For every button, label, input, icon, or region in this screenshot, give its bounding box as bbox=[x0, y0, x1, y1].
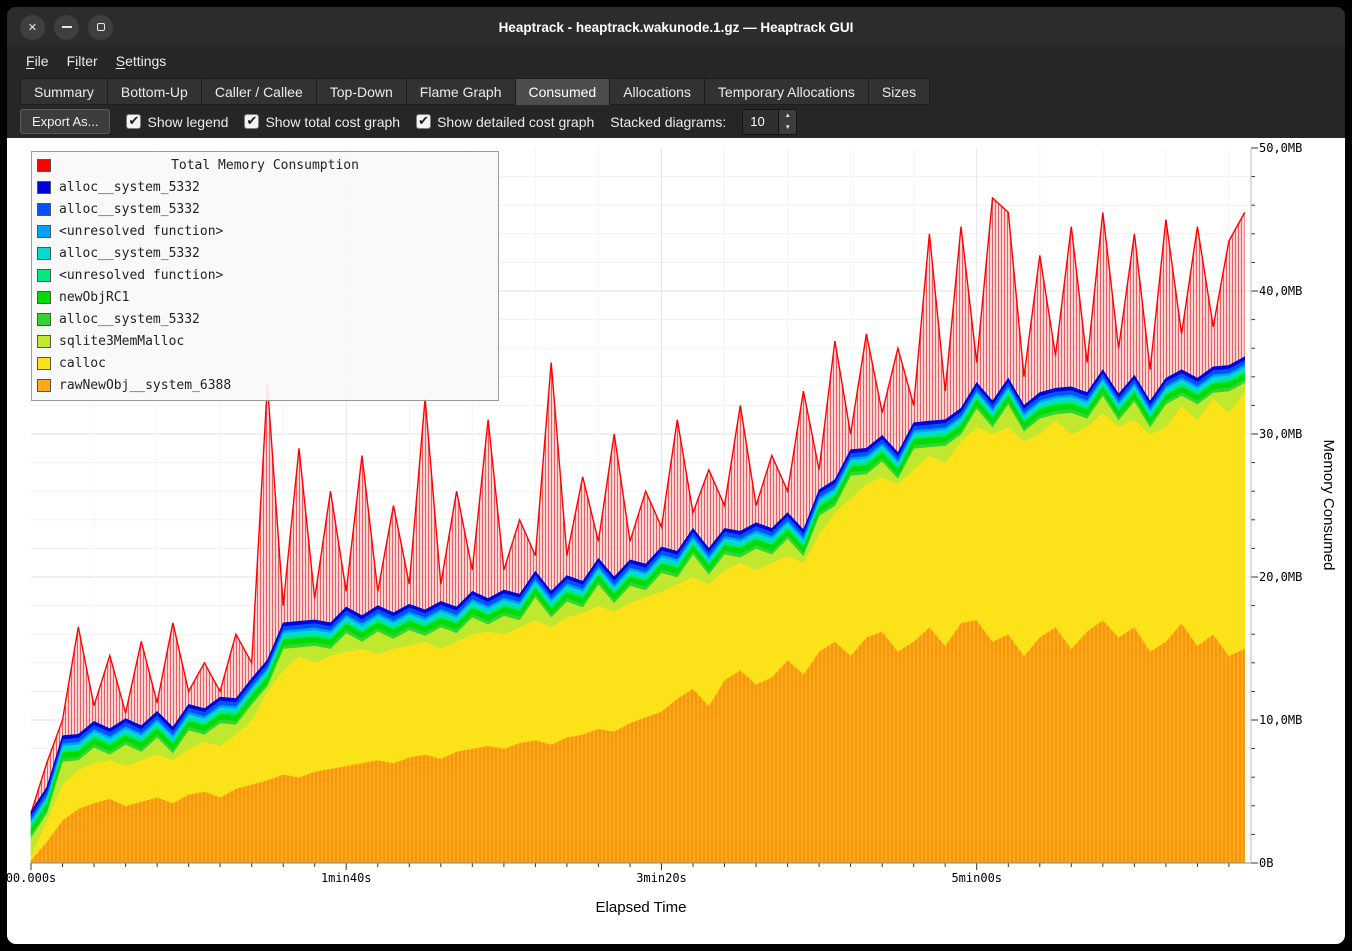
toolbar: Export As... Show legend Show total cost … bbox=[7, 105, 1345, 138]
tab-temporary-allocations[interactable]: Temporary Allocations bbox=[704, 78, 869, 105]
tab-consumed[interactable]: Consumed bbox=[515, 78, 611, 105]
minimize-button[interactable] bbox=[54, 15, 79, 40]
x-axis-tick-label: 3min20s bbox=[636, 871, 687, 885]
y-axis-title: Memory Consumed bbox=[1320, 440, 1337, 571]
legend-item: alloc__system_5332 bbox=[35, 308, 495, 330]
legend-label: calloc bbox=[59, 356, 106, 371]
maximize-button[interactable] bbox=[88, 15, 113, 40]
legend-item: rawNewObj__system_6388 bbox=[35, 374, 495, 396]
chart-region: Total Memory Consumption alloc__system_53… bbox=[7, 138, 1345, 944]
legend-title: Total Memory Consumption bbox=[59, 158, 471, 173]
menu-file[interactable]: File bbox=[17, 50, 58, 72]
checkbox-label: Show detailed cost graph bbox=[437, 114, 594, 130]
legend-swatch bbox=[37, 313, 51, 326]
legend-item: alloc__system_5332 bbox=[35, 198, 495, 220]
legend-item: alloc__system_5332 bbox=[35, 176, 495, 198]
legend-title-row: Total Memory Consumption bbox=[35, 154, 495, 176]
close-button[interactable]: ✕ bbox=[20, 15, 45, 40]
menubar: File Filter Settings bbox=[7, 47, 1345, 75]
spinbox-value: 10 bbox=[743, 110, 778, 134]
legend-label: newObjRC1 bbox=[59, 290, 129, 305]
legend-swatch bbox=[37, 225, 51, 238]
close-icon: ✕ bbox=[28, 21, 37, 34]
legend-item: newObjRC1 bbox=[35, 286, 495, 308]
legend-label: <unresolved function> bbox=[59, 224, 223, 239]
tab-flame-graph[interactable]: Flame Graph bbox=[406, 78, 516, 105]
app-window: ✕ Heaptrack - heaptrack.wakunode.1.gz — … bbox=[7, 7, 1345, 944]
spinbox-buttons: ▲ ▼ bbox=[778, 110, 796, 134]
legend-swatch bbox=[37, 159, 51, 172]
chart-legend: Total Memory Consumption alloc__system_53… bbox=[31, 151, 499, 401]
minimize-icon bbox=[62, 26, 72, 28]
window-controls: ✕ bbox=[20, 7, 113, 47]
export-as-button[interactable]: Export As... bbox=[20, 109, 110, 134]
tab-sizes[interactable]: Sizes bbox=[868, 78, 930, 105]
y-axis-tick-label: 0B bbox=[1259, 856, 1273, 870]
legend-swatch bbox=[37, 181, 51, 194]
legend-item: <unresolved function> bbox=[35, 220, 495, 242]
stacked-diagrams-label: Stacked diagrams: bbox=[610, 114, 726, 130]
legend-item: alloc__system_5332 bbox=[35, 242, 495, 264]
stacked-diagrams-spinbox[interactable]: 10 ▲ ▼ bbox=[742, 109, 797, 135]
legend-label: sqlite3MemMalloc bbox=[59, 334, 184, 349]
legend-swatch bbox=[37, 269, 51, 282]
legend-label: alloc__system_5332 bbox=[59, 202, 200, 217]
tab-summary[interactable]: Summary bbox=[20, 78, 108, 105]
legend-label: alloc__system_5332 bbox=[59, 312, 200, 327]
y-axis-tick-label: 20,0MB bbox=[1259, 570, 1302, 584]
legend-swatch bbox=[37, 291, 51, 304]
menu-filter[interactable]: Filter bbox=[58, 50, 107, 72]
y-axis-tick-label: 10,0MB bbox=[1259, 713, 1302, 727]
spin-up-button[interactable]: ▲ bbox=[779, 110, 796, 122]
legend-label: alloc__system_5332 bbox=[59, 180, 200, 195]
menu-settings[interactable]: Settings bbox=[107, 50, 176, 72]
tab-top-down[interactable]: Top-Down bbox=[316, 78, 407, 105]
toolbar-checkboxes: Show legend Show total cost graph Show det… bbox=[126, 114, 594, 130]
tab-bottom-up[interactable]: Bottom-Up bbox=[107, 78, 202, 105]
tab-bar: SummaryBottom-UpCaller / CalleeTop-DownF… bbox=[7, 75, 1345, 105]
checkbox-indicator bbox=[416, 114, 431, 129]
legend-label: rawNewObj__system_6388 bbox=[59, 378, 231, 393]
window-title: Heaptrack - heaptrack.wakunode.1.gz — He… bbox=[499, 20, 854, 35]
x-axis-tick-label: 00.000s bbox=[7, 871, 56, 885]
checkbox-indicator bbox=[244, 114, 259, 129]
tab-allocations[interactable]: Allocations bbox=[609, 78, 705, 105]
legend-item: calloc bbox=[35, 352, 495, 374]
x-axis-title: Elapsed Time bbox=[596, 899, 687, 916]
legend-label: alloc__system_5332 bbox=[59, 246, 200, 261]
legend-swatch bbox=[37, 379, 51, 392]
spin-down-button[interactable]: ▼ bbox=[779, 122, 796, 134]
checkbox-show-detailed-cost-graph[interactable]: Show detailed cost graph bbox=[416, 114, 594, 130]
legend-item: <unresolved function> bbox=[35, 264, 495, 286]
x-axis-tick-label: 1min40s bbox=[321, 871, 372, 885]
tab-caller-callee[interactable]: Caller / Callee bbox=[201, 78, 317, 105]
checkbox-label: Show legend bbox=[147, 114, 228, 130]
y-axis-tick-label: 40,0MB bbox=[1259, 284, 1302, 298]
maximize-icon bbox=[97, 23, 105, 31]
titlebar: ✕ Heaptrack - heaptrack.wakunode.1.gz — … bbox=[7, 7, 1345, 47]
legend-label: <unresolved function> bbox=[59, 268, 223, 283]
checkbox-indicator bbox=[126, 114, 141, 129]
x-axis-tick-label: 5min00s bbox=[951, 871, 1002, 885]
checkbox-show-total-cost-graph[interactable]: Show total cost graph bbox=[244, 114, 400, 130]
legend-swatch bbox=[37, 203, 51, 216]
checkbox-label: Show total cost graph bbox=[265, 114, 400, 130]
legend-swatch bbox=[37, 247, 51, 260]
legend-swatch bbox=[37, 357, 51, 370]
legend-swatch bbox=[37, 335, 51, 348]
checkbox-show-legend[interactable]: Show legend bbox=[126, 114, 228, 130]
y-axis-tick-label: 30,0MB bbox=[1259, 427, 1302, 441]
y-axis-tick-label: 50,0MB bbox=[1259, 141, 1302, 155]
legend-item: sqlite3MemMalloc bbox=[35, 330, 495, 352]
